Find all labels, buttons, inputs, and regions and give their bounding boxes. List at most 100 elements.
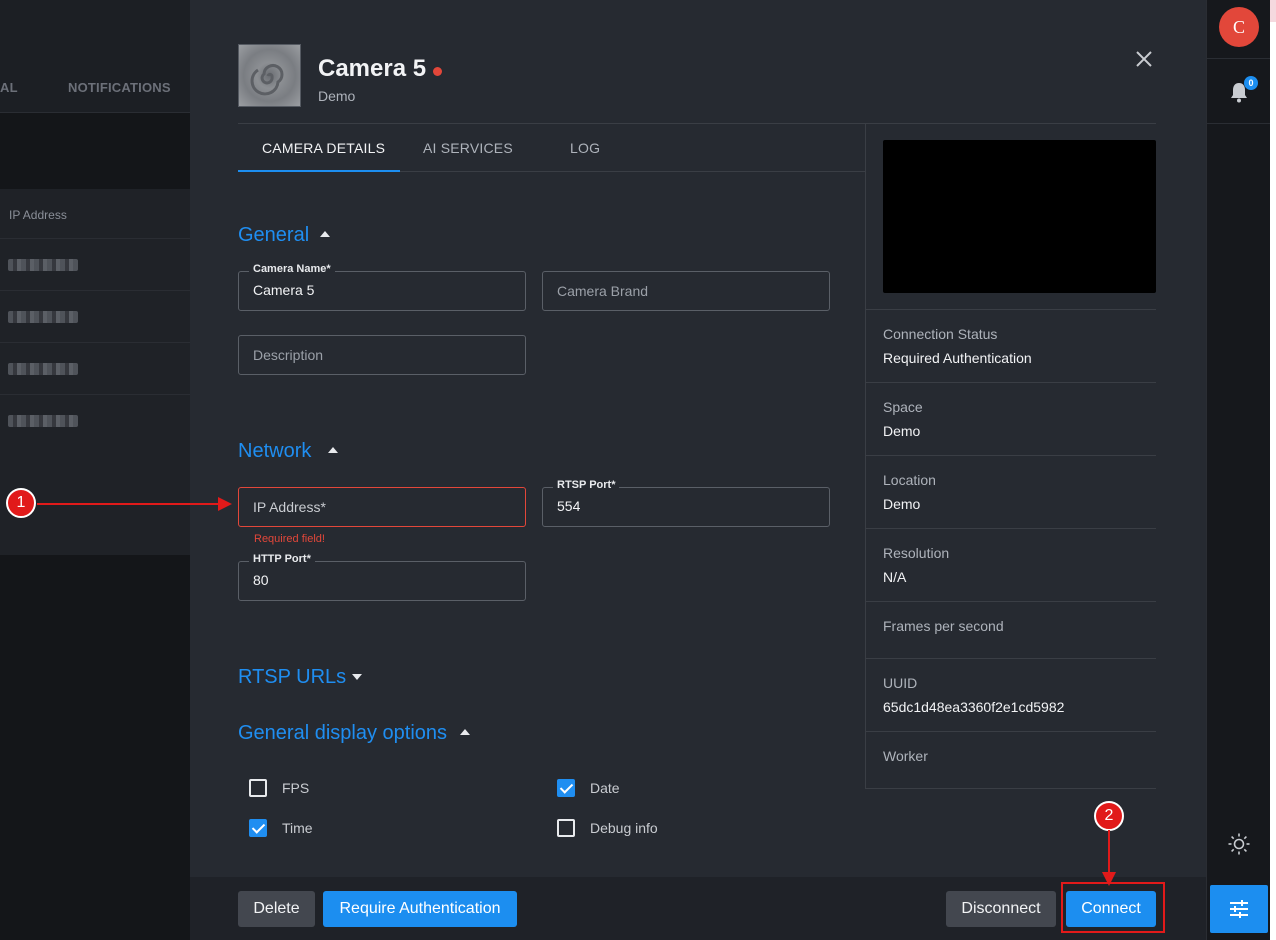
info-value: Demo (883, 496, 921, 512)
camera-thumbnail (238, 44, 301, 107)
fps-label: FPS (282, 780, 310, 796)
info-key: Location (883, 472, 936, 488)
info-divider (866, 788, 1156, 789)
info-resolution: Resolution N/A (866, 528, 1156, 601)
table-row[interactable] (0, 342, 190, 394)
annotation-arrow-2 (1108, 830, 1110, 874)
right-rail: C 0 (1206, 0, 1276, 940)
info-key: Worker (883, 748, 928, 764)
http-port-value: 80 (253, 572, 269, 588)
caret-up-icon[interactable] (320, 231, 330, 237)
ip-address-placeholder: IP Address* (253, 499, 326, 515)
camera-name-value: Camera 5 (253, 282, 315, 298)
table-header-ip-address: IP Address (9, 208, 67, 222)
section-network-toggle[interactable]: Network (238, 440, 311, 463)
section-general-toggle[interactable]: General (238, 224, 309, 247)
delete-button[interactable]: Delete (238, 891, 315, 927)
close-button[interactable] (1134, 49, 1154, 69)
info-location: Location Demo (866, 455, 1156, 528)
debug-info-checkbox[interactable] (557, 819, 575, 837)
caret-up-icon[interactable] (460, 729, 470, 735)
info-value: Demo (883, 423, 921, 439)
annotation-badge-2: 2 (1094, 801, 1124, 831)
annotation-highlight-box (1061, 882, 1165, 933)
annotation-badge-1: 1 (6, 488, 36, 518)
description-field[interactable]: Description (238, 335, 526, 375)
annotation-arrowhead-1 (218, 497, 232, 511)
info-key: UUID (883, 675, 918, 691)
table-row[interactable] (0, 238, 190, 290)
date-checkbox[interactable] (557, 779, 575, 797)
info-key: Connection Status (883, 326, 998, 342)
blurred-ip (8, 259, 78, 271)
http-port-field[interactable]: HTTP Port* 80 (238, 553, 526, 601)
camera-subtitle: Demo (318, 88, 356, 104)
annotation-arrow-1 (37, 503, 222, 505)
camera-preview (883, 140, 1156, 293)
notification-badge: 0 (1244, 76, 1258, 90)
fps-checkbox[interactable] (249, 779, 267, 797)
description-placeholder: Description (253, 347, 324, 363)
section-network-title: Network (238, 440, 312, 462)
camera-name-label: Camera Name* (249, 263, 335, 275)
table-row[interactable] (0, 394, 190, 446)
sliders-icon (1230, 900, 1248, 918)
disconnect-button[interactable]: Disconnect (946, 891, 1056, 927)
camera-modal: Camera 5 Demo CAMERA DETAILS AI SERVICES… (190, 0, 1206, 940)
ip-address-error: Required field! (254, 533, 325, 545)
avatar[interactable]: C (1219, 7, 1259, 47)
caret-down-icon[interactable] (352, 674, 362, 680)
info-key: Frames per second (883, 618, 1004, 634)
info-worker: Worker (866, 731, 1156, 788)
camera-name-field[interactable]: Camera Name* Camera 5 (238, 263, 526, 311)
blurred-ip (8, 415, 78, 427)
section-general-title: General (238, 224, 310, 246)
background-tabs: AL NOTIFICATIONS (0, 0, 190, 113)
section-display-options-title: General display options (238, 722, 448, 744)
ip-address-field[interactable]: IP Address* (238, 487, 526, 527)
info-value: Required Authentication (883, 350, 1032, 366)
background-tab-notifications[interactable]: NOTIFICATIONS (68, 80, 171, 95)
time-checkbox[interactable] (249, 819, 267, 837)
rtsp-port-label: RTSP Port* (553, 479, 620, 491)
tab-camera-details[interactable]: CAMERA DETAILS (262, 140, 385, 156)
theme-toggle-button[interactable] (1227, 832, 1251, 856)
settings-button[interactable] (1210, 885, 1268, 933)
rtsp-port-field[interactable]: RTSP Port* 554 (542, 479, 830, 527)
header-divider (238, 123, 1156, 124)
table-row[interactable] (0, 290, 190, 342)
info-key: Space (883, 399, 923, 415)
http-port-label: HTTP Port* (249, 553, 315, 565)
window-edge (1270, 0, 1276, 940)
modal-footer: Delete Require Authentication Disconnect… (190, 877, 1206, 940)
time-label: Time (282, 820, 313, 836)
camera-title: Camera 5 (318, 55, 427, 82)
blurred-ip (8, 311, 78, 323)
rail-divider (1207, 58, 1276, 59)
debug-info-label: Debug info (590, 820, 658, 836)
info-value: N/A (883, 569, 907, 585)
camera-brand-placeholder: Camera Brand (557, 283, 649, 299)
rtsp-port-value: 554 (557, 498, 581, 514)
section-display-options-toggle[interactable]: General display options (238, 722, 447, 745)
rail-divider (1207, 123, 1276, 124)
background-page: AL NOTIFICATIONS IP Address (0, 0, 190, 940)
info-connection-status: Connection Status Required Authenticatio… (866, 309, 1156, 382)
section-rtsp-urls-title: RTSP URLs (238, 666, 347, 688)
section-rtsp-urls-toggle[interactable]: RTSP URLs (238, 666, 346, 689)
active-tab-indicator (238, 170, 400, 172)
status-dot (433, 67, 442, 76)
caret-up-icon[interactable] (328, 447, 338, 453)
close-icon (1136, 51, 1152, 67)
date-label: Date (590, 780, 620, 796)
info-key: Resolution (883, 545, 950, 561)
sun-icon (1228, 833, 1250, 855)
camera-brand-field[interactable]: Camera Brand (542, 271, 830, 311)
info-space: Space Demo (866, 382, 1156, 455)
tabs-divider (400, 171, 865, 172)
require-authentication-button[interactable]: Require Authentication (323, 891, 517, 927)
tab-log[interactable]: LOG (570, 140, 600, 156)
spiral-icon (250, 64, 284, 96)
tab-ai-services[interactable]: AI SERVICES (423, 140, 513, 156)
background-tab-general[interactable]: AL (0, 80, 18, 95)
